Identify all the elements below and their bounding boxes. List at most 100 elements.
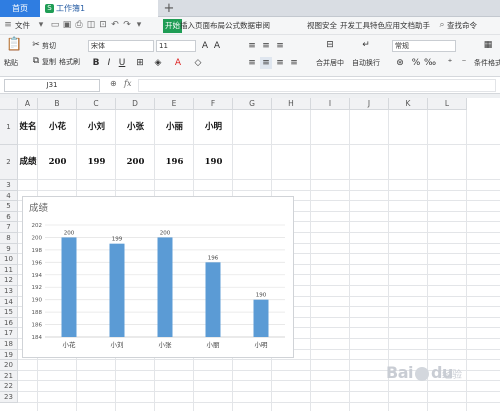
column-header[interactable]: E xyxy=(155,98,194,110)
menu-view[interactable]: 视图 xyxy=(307,19,322,33)
print-preview-icon[interactable]: ⊡ xyxy=(98,20,108,31)
align-left-icon[interactable]: ≡ xyxy=(246,57,258,69)
thousands-icon[interactable]: ‰ xyxy=(424,57,436,69)
copy-icon[interactable]: ⧉ xyxy=(30,55,42,67)
tab-home[interactable]: 首页 xyxy=(0,0,40,17)
font-name-select[interactable]: 宋体 xyxy=(88,40,154,52)
column-header[interactable]: B xyxy=(38,98,77,110)
copy-label[interactable]: 复制 xyxy=(42,57,56,67)
cell-e1[interactable]: 小丽 xyxy=(155,110,194,145)
dropdown-icon[interactable]: ▾ xyxy=(36,20,46,31)
cell-e2[interactable]: 196 xyxy=(155,145,194,180)
new-tab-button[interactable]: + xyxy=(160,0,178,17)
cell-b1[interactable]: 小花 xyxy=(38,110,77,145)
row-header[interactable]: 20 xyxy=(0,360,18,371)
undo-icon[interactable]: ↶ xyxy=(110,20,120,31)
zoom-icon[interactable]: ⊕ xyxy=(110,79,117,88)
format-painter-label[interactable]: 格式刷 xyxy=(59,57,80,67)
name-box[interactable]: J31 xyxy=(4,79,100,92)
menu-icon[interactable]: ≡ xyxy=(3,20,13,31)
row-header[interactable]: 3 xyxy=(0,180,18,191)
menu-developer[interactable]: 开发工具 xyxy=(340,19,370,33)
row-header[interactable]: 5 xyxy=(0,201,18,212)
row-header[interactable]: 17 xyxy=(0,328,18,339)
column-header[interactable]: G xyxy=(233,98,272,110)
new-file-icon[interactable]: ▭ xyxy=(50,20,60,31)
row-header[interactable]: 1 xyxy=(0,110,18,145)
menu-security[interactable]: 安全 xyxy=(322,19,337,33)
search-commands[interactable]: 查找命令 xyxy=(447,19,477,33)
wrap-text-icon[interactable]: ↵ xyxy=(358,39,374,55)
menu-insert[interactable]: 插入 xyxy=(180,19,195,33)
column-header[interactable]: J xyxy=(350,98,389,110)
column-header[interactable]: A xyxy=(18,98,38,110)
clear-icon[interactable]: ◇ xyxy=(192,57,204,69)
column-header[interactable]: H xyxy=(272,98,311,110)
paste-icon[interactable]: 📋 xyxy=(6,38,22,55)
currency-icon[interactable]: ⊛ xyxy=(394,57,406,69)
row-header[interactable]: 21 xyxy=(0,370,18,382)
column-header[interactable]: D xyxy=(116,98,155,110)
increase-decimal-icon[interactable]: ⁺ xyxy=(444,57,456,69)
row-header[interactable]: 22 xyxy=(0,381,18,392)
menu-features[interactable]: 特色应用 xyxy=(370,19,400,33)
row-header[interactable]: 8 xyxy=(0,233,18,244)
border-icon[interactable]: ⊞ xyxy=(134,57,146,69)
align-right-icon[interactable]: ≡ xyxy=(274,57,286,69)
formula-input[interactable] xyxy=(138,79,496,92)
fx-icon[interactable]: fx xyxy=(124,79,131,88)
font-color-icon[interactable]: A xyxy=(172,57,184,69)
cut-label[interactable]: 剪切 xyxy=(42,41,56,51)
row-header[interactable]: 2 xyxy=(0,145,18,180)
menu-data[interactable]: 数据 xyxy=(240,19,255,33)
redo-icon[interactable]: ↷ xyxy=(122,20,132,31)
italic-icon[interactable]: I xyxy=(103,57,115,69)
percent-icon[interactable]: % xyxy=(410,57,422,69)
wrap-text-label[interactable]: 自动换行 xyxy=(352,58,380,68)
cell-d1[interactable]: 小张 xyxy=(116,110,155,145)
menu-formula[interactable]: 公式 xyxy=(225,19,240,33)
decrease-decimal-icon[interactable]: ⁻ xyxy=(458,57,470,69)
save-icon[interactable]: ▣ xyxy=(62,20,72,31)
merge-center-icon[interactable]: ⊟ xyxy=(322,39,338,55)
column-header[interactable]: K xyxy=(389,98,428,110)
preview-icon[interactable]: ◫ xyxy=(86,20,96,31)
more-icon[interactable]: ▾ xyxy=(134,20,144,31)
cut-icon[interactable]: ✂ xyxy=(30,39,42,51)
column-header[interactable]: C xyxy=(77,98,116,110)
row-header[interactable]: 18 xyxy=(0,339,18,350)
print-icon[interactable]: ⎙ xyxy=(74,20,84,31)
cell-c2[interactable]: 199 xyxy=(77,145,116,180)
column-header[interactable]: L xyxy=(428,98,467,110)
row-header[interactable]: 19 xyxy=(0,349,18,361)
increase-font-icon[interactable]: A xyxy=(199,40,211,52)
paste-label[interactable]: 粘贴 xyxy=(4,58,18,68)
column-header[interactable]: F xyxy=(194,98,233,110)
align-center-icon[interactable]: ≡ xyxy=(260,57,272,69)
cell-c1[interactable]: 小刘 xyxy=(77,110,116,145)
row-header[interactable]: 11 xyxy=(0,264,18,276)
column-header[interactable]: I xyxy=(311,98,350,110)
cell-a1[interactable]: 姓名 xyxy=(18,110,38,145)
underline-icon[interactable]: U xyxy=(116,57,128,69)
conditional-format-label[interactable]: 条件格式 xyxy=(474,58,500,68)
font-size-select[interactable]: 11 xyxy=(156,40,196,52)
row-header[interactable]: 14 xyxy=(0,296,18,308)
row-header[interactable]: 7 xyxy=(0,222,18,233)
menu-page-layout[interactable]: 页面布局 xyxy=(195,19,225,33)
cell-f1[interactable]: 小明 xyxy=(194,110,233,145)
menu-review[interactable]: 审阅 xyxy=(255,19,270,33)
select-all-corner[interactable] xyxy=(0,98,18,110)
align-top-icon[interactable]: ≡ xyxy=(246,40,258,52)
row-header[interactable]: 9 xyxy=(0,243,18,255)
row-header[interactable]: 23 xyxy=(0,392,18,403)
chart-container[interactable]: 成绩 184 186 188 190 192 194 196 198 200 202 200 小花 19… xyxy=(22,196,294,358)
bold-icon[interactable]: B xyxy=(90,57,102,69)
file-menu[interactable]: 文件 xyxy=(15,19,30,33)
cell-a2[interactable]: 成绩 xyxy=(18,145,38,180)
fill-color-icon[interactable]: ◈ xyxy=(152,57,164,69)
cell-d2[interactable]: 200 xyxy=(116,145,155,180)
align-middle-icon[interactable]: ≡ xyxy=(260,40,272,52)
row-header[interactable]: 16 xyxy=(0,317,18,329)
row-header[interactable]: 13 xyxy=(0,286,18,297)
